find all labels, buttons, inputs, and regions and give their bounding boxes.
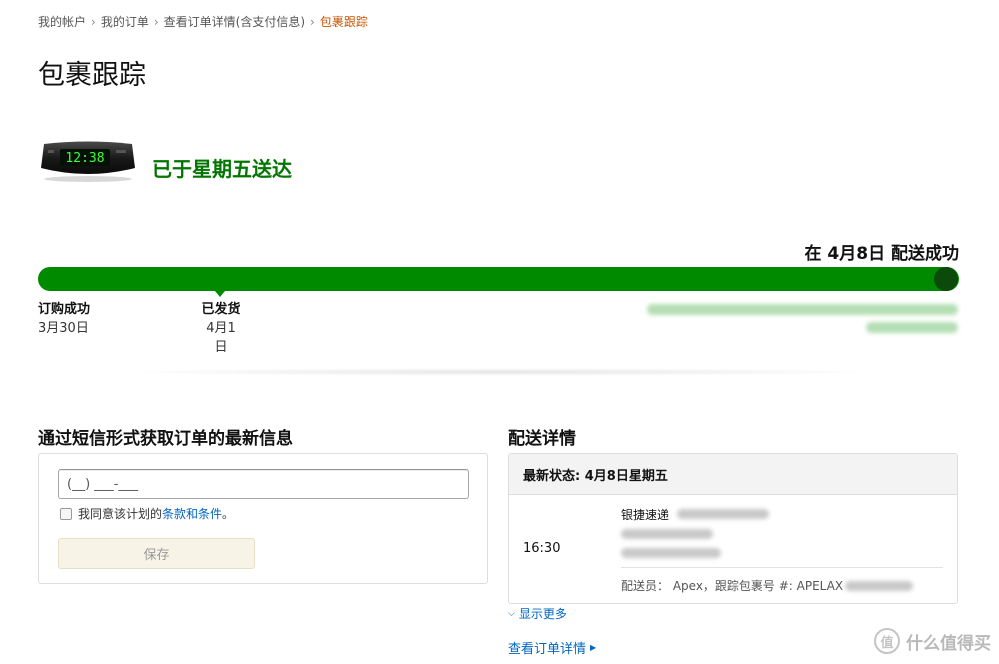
breadcrumb-package-tracking: 包裹跟踪 xyxy=(319,15,368,29)
courier-text: 配送员： Apex，跟踪包裹号 #: APELAX xyxy=(621,579,844,593)
milestone-date: 4月1日 xyxy=(206,321,236,355)
breadcrumb-my-orders[interactable]: 我的订单 xyxy=(101,15,149,29)
sms-heading: 通过短信形式获取订单的最新信息 xyxy=(38,429,293,449)
shipping-heading: 配送详情 xyxy=(508,429,576,449)
progress-bar xyxy=(38,267,959,291)
progress-end-marker xyxy=(934,267,958,291)
breadcrumb-my-account[interactable]: 我的帐户 xyxy=(38,15,86,29)
sms-panel: 我同意该计划的条款和条件。 保存 xyxy=(38,453,488,584)
redacted-tracking-number xyxy=(677,509,769,519)
view-order-details-label: 查看订单详情 xyxy=(508,642,587,657)
phone-number-input[interactable] xyxy=(58,469,469,499)
caret-right-icon: ▶ xyxy=(590,643,597,652)
show-more-link[interactable]: ⌵ 显示更多 xyxy=(508,605,567,622)
watermark-logo-icon: 值 xyxy=(874,628,900,654)
progress-shipped-marker xyxy=(215,291,225,297)
event-divider xyxy=(621,567,943,568)
milestone-label: 已发货 xyxy=(201,302,241,317)
courier-info: 配送员： Apex，跟踪包裹号 #: APELAX xyxy=(621,577,914,594)
breadcrumb-separator: › xyxy=(310,15,315,29)
milestone-ordered: 订购成功 3月30日 xyxy=(38,300,90,338)
event-time: 16:30 xyxy=(523,541,561,556)
agree-terms-row: 我同意该计划的 条款和条件。 xyxy=(60,505,234,522)
breadcrumb-separator: › xyxy=(91,15,96,29)
breadcrumb-separator: › xyxy=(153,15,159,29)
delivery-status: 已于星期五送达 xyxy=(152,157,292,181)
agree-text: 我同意该计划的 xyxy=(78,507,163,521)
carrier-name: 银捷速递 xyxy=(621,508,670,522)
milestone-shipped: 已发货 4月1日 xyxy=(201,300,241,357)
save-button[interactable]: 保存 xyxy=(58,538,255,569)
shipping-panel: 最新状态: 4月8日星期五 16:30 银捷速递 配送员： Apex，跟踪包裹号… xyxy=(508,453,958,604)
terms-link[interactable]: 条款和条件 xyxy=(162,505,222,522)
watermark: 值 什么值得买 xyxy=(874,628,991,654)
agree-suffix: 。 xyxy=(222,507,235,521)
latest-status: 最新状态: 4月8日星期五 xyxy=(509,454,957,495)
breadcrumb-order-details[interactable]: 查看订单详情(含支付信息) xyxy=(164,15,305,29)
redacted-address-line xyxy=(647,304,958,315)
svg-text:12:38: 12:38 xyxy=(65,151,104,166)
product-image[interactable]: 12:38 xyxy=(40,140,136,182)
double-chevron-down-icon: ⌵ xyxy=(508,608,515,619)
redacted-address-line xyxy=(866,322,958,333)
redacted-package-id xyxy=(845,581,914,591)
redacted-event-line xyxy=(621,529,713,539)
milestone-label: 订购成功 xyxy=(38,302,91,317)
milestone-date: 3月30日 xyxy=(38,321,89,336)
show-more-label: 显示更多 xyxy=(518,607,567,621)
view-order-details-link[interactable]: 查看订单详情 ▶ xyxy=(508,638,596,657)
watermark-text: 什么值得买 xyxy=(906,633,991,654)
section-divider xyxy=(110,368,890,376)
redacted-event-line xyxy=(621,548,721,558)
page-title: 包裹跟踪 xyxy=(38,60,146,91)
breadcrumb: 我的帐户 › 我的订单 › 查看订单详情(含支付信息) › 包裹跟踪 xyxy=(38,13,368,30)
delivered-on-date: 在 4月8日 配送成功 xyxy=(804,244,960,264)
agree-checkbox[interactable] xyxy=(60,507,72,520)
